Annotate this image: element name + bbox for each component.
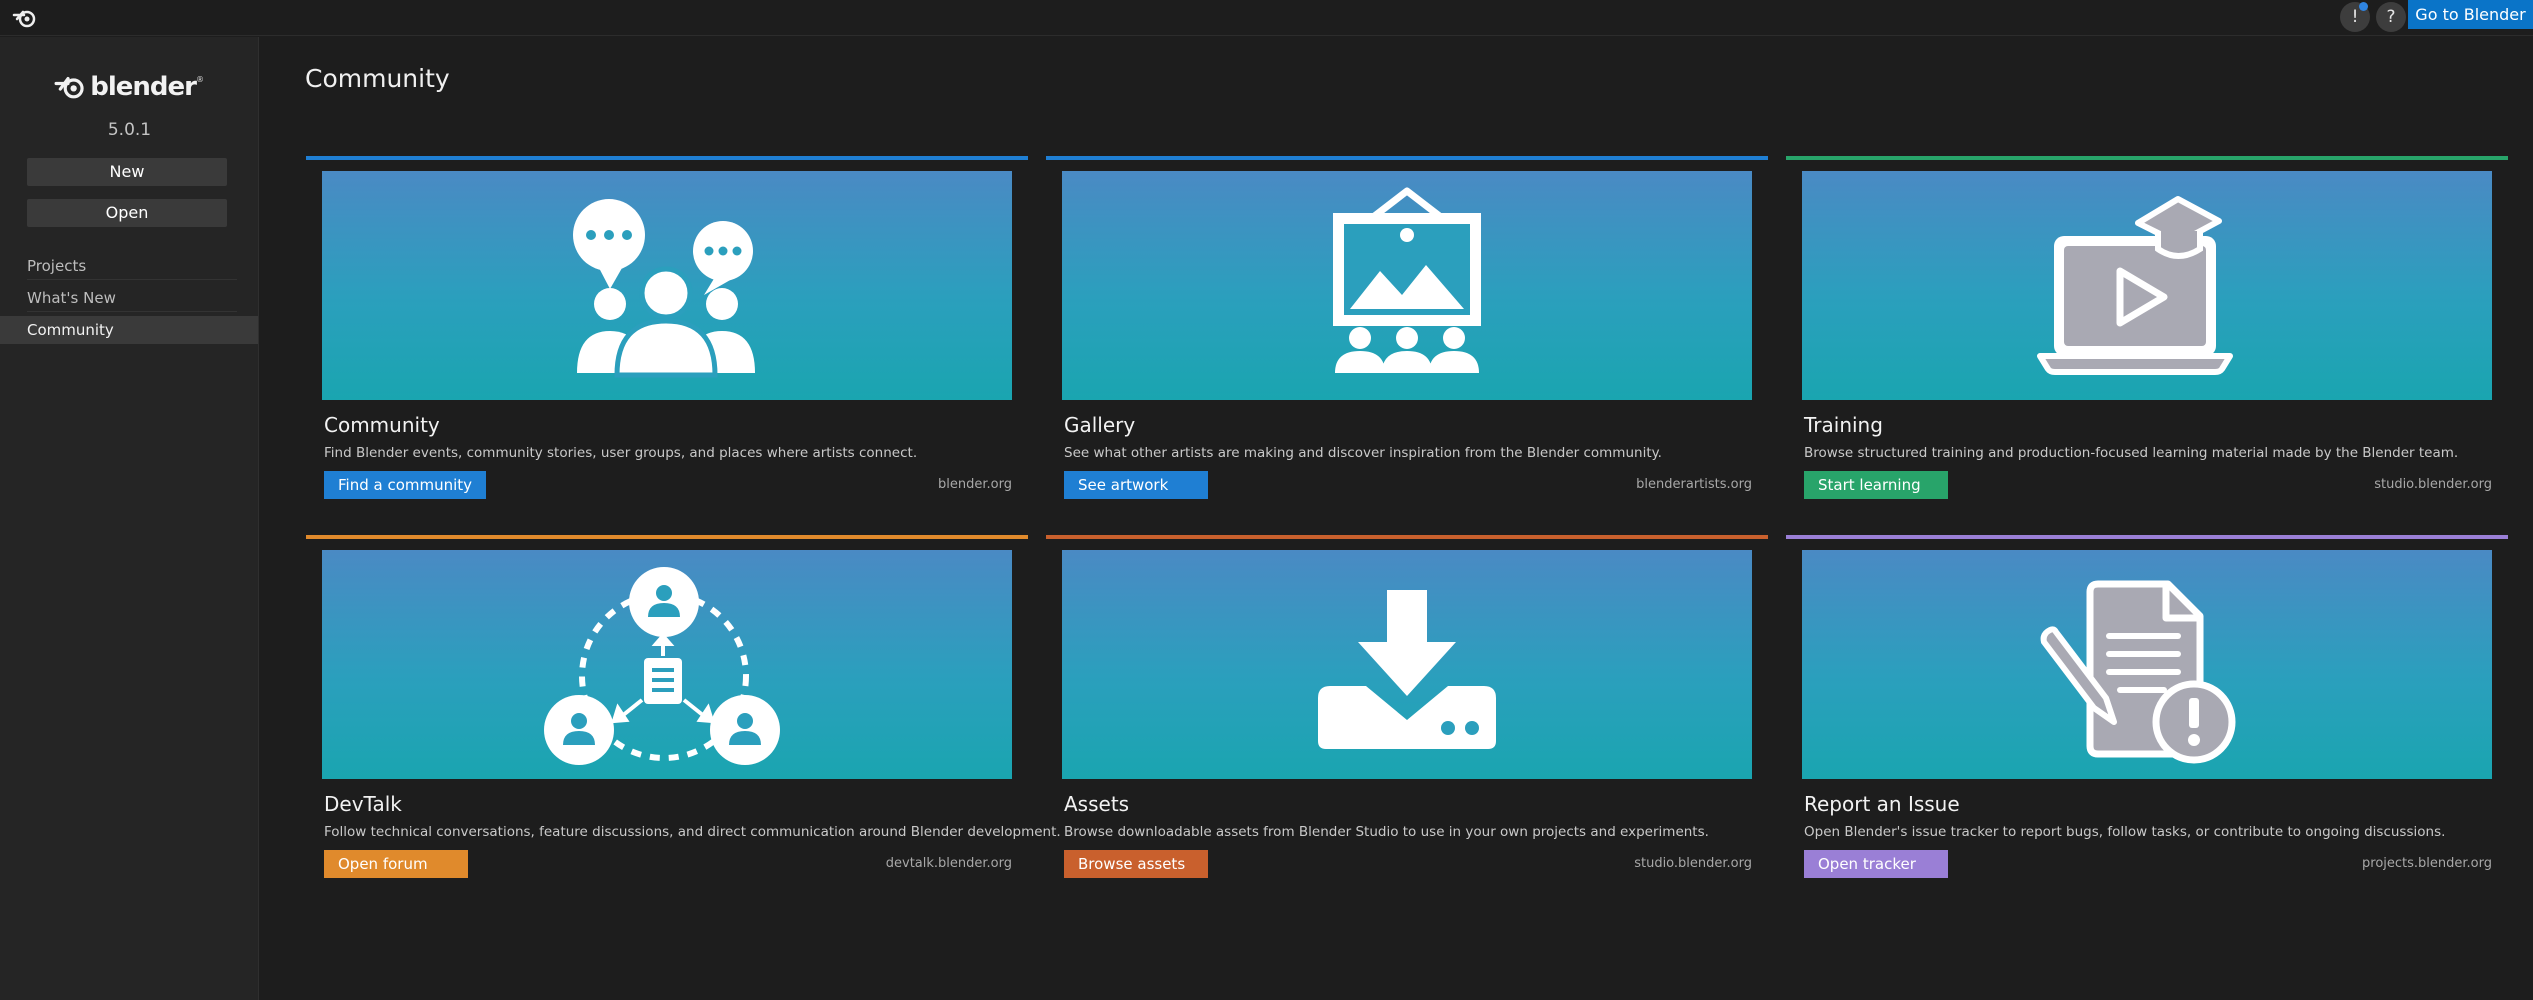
card-devtalk: DevTalk Follow technical conversations, … [306, 535, 1061, 895]
card-community: Community Find Blender events, community… [306, 156, 1028, 516]
card-description: See what other artists are making and di… [1064, 445, 1662, 461]
card-description: Open Blender's issue tracker to report b… [1804, 824, 2446, 840]
sidebar-item-projects[interactable]: Projects [0, 252, 258, 280]
help-button[interactable]: ? [2376, 2, 2406, 32]
card-banner[interactable] [1802, 171, 2492, 400]
card-url[interactable]: studio.blender.org [1634, 856, 1752, 871]
help-label: ? [2386, 7, 2396, 27]
card-accent-bar [1786, 156, 2508, 160]
card-title: Training [1804, 413, 1883, 437]
sidebar-item-community[interactable]: Community [0, 316, 258, 344]
notification-dot [2359, 2, 2368, 11]
card-accent-bar [1786, 535, 2508, 539]
card-training: Training Browse structured training and … [1786, 156, 2508, 516]
card-description: Follow technical conversations, feature … [324, 824, 1061, 840]
card-banner[interactable] [1062, 550, 1752, 779]
devtalk-icon [544, 567, 780, 765]
blender-wordmark: blender [90, 72, 197, 102]
card-accent-bar [1046, 535, 1768, 539]
card-url[interactable]: blender.org [938, 477, 1012, 492]
start-learning-button[interactable]: Start learning [1804, 471, 1948, 499]
divider [27, 311, 237, 312]
page-title: Community [305, 64, 450, 93]
card-description: Browse structured training and productio… [1804, 445, 2459, 461]
open-tracker-button[interactable]: Open tracker [1804, 850, 1948, 878]
notifications-label: ! [2351, 7, 2359, 27]
browse-assets-button[interactable]: Browse assets [1064, 850, 1208, 878]
card-title: DevTalk [324, 792, 402, 816]
open-button[interactable]: Open [27, 199, 227, 227]
open-forum-button[interactable]: Open forum [324, 850, 468, 878]
card-title: Community [324, 413, 440, 437]
card-title: Gallery [1064, 413, 1136, 437]
card-title: Assets [1064, 792, 1130, 816]
blender-logo-icon [54, 77, 84, 99]
sidebar: blender ® 5.0.1 New Open Projects What's… [0, 37, 259, 1000]
card-banner[interactable] [322, 171, 1012, 400]
card-accent-bar [306, 156, 1028, 160]
see-artwork-button[interactable]: See artwork [1064, 471, 1208, 499]
card-description: Browse downloadable assets from Blender … [1064, 824, 1709, 840]
card-description: Find Blender events, community stories, … [324, 445, 918, 461]
download-icon [1318, 590, 1496, 749]
card-banner[interactable] [1062, 171, 1752, 400]
go-to-blender-button[interactable]: Go to Blender [2408, 0, 2533, 29]
report-issue-icon [2040, 580, 2236, 764]
card-banner[interactable] [322, 550, 1012, 779]
card-title: Report an Issue [1804, 792, 1960, 816]
card-url[interactable]: blenderartists.org [1636, 477, 1752, 492]
sidebar-item-whats-new[interactable]: What's New [0, 284, 258, 312]
card-url[interactable]: devtalk.blender.org [886, 856, 1012, 871]
card-report-issue: Report an Issue Open Blender's issue tra… [1786, 535, 2508, 895]
training-icon [2037, 196, 2233, 375]
blender-logo-icon[interactable] [12, 6, 38, 30]
gallery-icon [1333, 187, 1481, 373]
card-url[interactable]: studio.blender.org [2374, 477, 2492, 492]
notifications-button[interactable]: ! [2340, 2, 2370, 32]
community-icon [573, 199, 755, 378]
card-gallery: Gallery See what other artists are makin… [1046, 156, 1768, 516]
card-accent-bar [306, 535, 1028, 539]
card-url[interactable]: projects.blender.org [2362, 856, 2492, 871]
card-banner[interactable] [1802, 550, 2492, 779]
top-bar: ! ? Go to Blender [0, 0, 2533, 36]
version-label: 5.0.1 [107, 120, 152, 140]
registered-mark: ® [196, 75, 204, 84]
card-assets: Assets Browse downloadable assets from B… [1046, 535, 1768, 895]
new-button[interactable]: New [27, 158, 227, 186]
divider [27, 279, 237, 280]
card-accent-bar [1046, 156, 1768, 160]
find-community-button[interactable]: Find a community [324, 471, 487, 499]
blender-brand: blender ® [54, 65, 204, 109]
